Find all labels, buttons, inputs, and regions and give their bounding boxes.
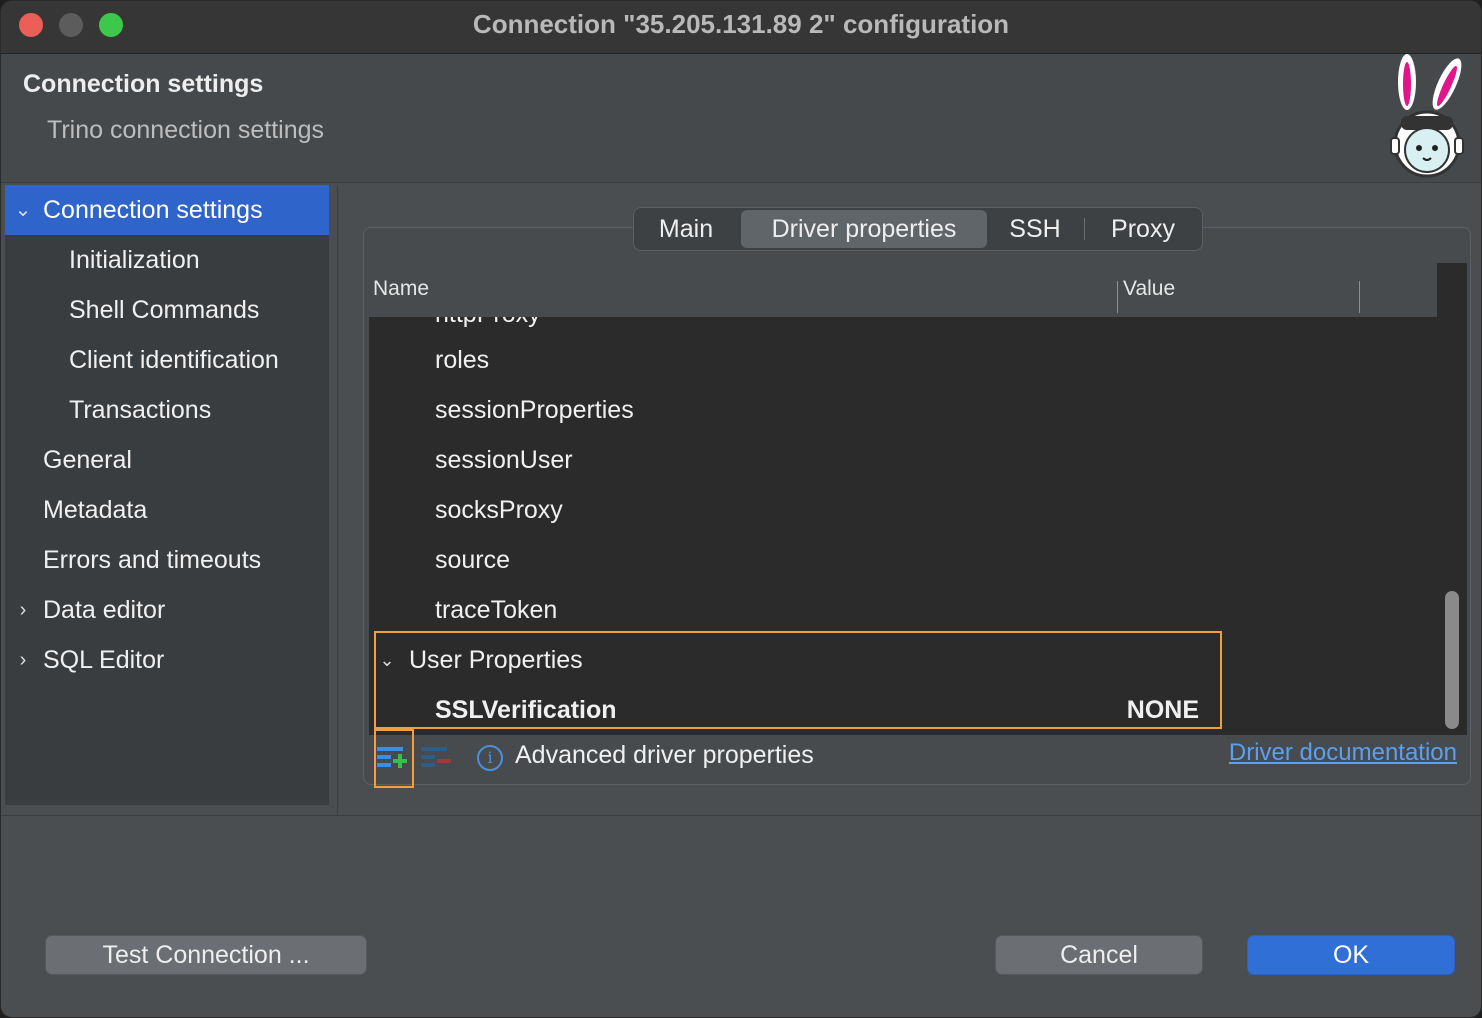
table-row[interactable]: roles [369, 335, 1437, 385]
property-name: socksProxy [435, 496, 563, 524]
remove-property-icon[interactable] [419, 741, 453, 775]
sidebar-item-label: SQL Editor [43, 646, 165, 674]
column-header-value[interactable]: Value [1123, 277, 1175, 301]
sidebar-item-sql-editor[interactable]: › SQL Editor [5, 635, 329, 685]
table-row[interactable]: socksProxy [369, 485, 1437, 535]
sidebar-item-label: Metadata [43, 496, 148, 524]
tab-proxy[interactable]: Proxy [1090, 208, 1196, 250]
property-name: roles [435, 346, 490, 374]
footer-divider [1, 815, 1481, 816]
header-subtitle: Trino connection settings [47, 116, 325, 144]
test-connection-button[interactable]: Test Connection ... [45, 935, 367, 975]
sidebar-item-label: Transactions [69, 396, 212, 424]
settings-sidebar: ⌄ Connection settings Initialization She… [5, 185, 329, 805]
page-header: Connection settings Trino connection set… [1, 54, 1481, 183]
chevron-right-icon[interactable]: › [11, 585, 35, 635]
properties-toolbar: i Advanced driver properties Driver docu… [369, 735, 1467, 781]
property-name: SSLVerification [435, 696, 617, 724]
property-name: traceToken [435, 596, 558, 624]
sidebar-divider [337, 185, 338, 815]
scrollbar-header-corner [1437, 263, 1467, 317]
chevron-down-icon[interactable]: ⌄ [375, 635, 399, 685]
sidebar-item-label: Connection settings [43, 196, 263, 224]
table-row[interactable]: SSLVerification NONE [369, 685, 1437, 735]
group-label: User Properties [409, 646, 583, 674]
tab-separator [1084, 218, 1085, 240]
sidebar-item-errors-and-timeouts[interactable]: Errors and timeouts [5, 535, 329, 585]
property-name: sessionProperties [435, 396, 634, 424]
header-title: Connection settings [23, 70, 264, 98]
sidebar-item-label: Initialization [69, 246, 200, 274]
property-value[interactable]: NONE [1127, 685, 1199, 735]
chevron-right-icon[interactable]: › [11, 635, 35, 685]
chevron-down-icon[interactable]: ⌄ [11, 185, 35, 235]
table-scrollbar[interactable] [1437, 317, 1467, 735]
sidebar-item-client-identification[interactable]: Client identification [5, 335, 329, 385]
tab-ssh[interactable]: SSH [990, 208, 1080, 250]
property-name: sessionUser [435, 446, 573, 474]
table-row[interactable]: source [369, 535, 1437, 585]
column-resize-handle[interactable] [1359, 281, 1360, 313]
sidebar-item-transactions[interactable]: Transactions [5, 385, 329, 435]
sidebar-item-general[interactable]: General [5, 435, 329, 485]
add-property-icon[interactable] [375, 741, 409, 775]
sidebar-item-metadata[interactable]: Metadata [5, 485, 329, 535]
property-name: source [435, 546, 511, 574]
advanced-driver-properties-label: Advanced driver properties [515, 741, 814, 769]
column-header-name[interactable]: Name [373, 277, 429, 301]
sidebar-item-data-editor[interactable]: › Data editor [5, 585, 329, 635]
tab-main[interactable]: Main [636, 208, 736, 250]
window-title: Connection "35.205.131.89 2" configurati… [472, 9, 1010, 39]
tab-bar: Main Driver properties SSH Proxy [633, 207, 1203, 251]
column-resize-handle[interactable] [1117, 281, 1118, 313]
sidebar-item-label: Data editor [43, 596, 166, 624]
table-row[interactable]: sessionProperties [369, 385, 1437, 435]
dbeaver-bunny-logo-icon [1390, 54, 1464, 178]
tab-driver-properties[interactable]: Driver properties [741, 210, 987, 248]
properties-table: httpProxy roles sessionProperties sessio… [369, 317, 1437, 735]
user-properties-group-row[interactable]: ⌄ User Properties [369, 635, 1437, 685]
sidebar-item-label: Client identification [69, 346, 279, 374]
sidebar-item-label: General [43, 446, 132, 474]
driver-documentation-link[interactable]: Driver documentation [1229, 739, 1457, 767]
info-icon: i [477, 745, 503, 771]
sidebar-item-shell-commands[interactable]: Shell Commands [5, 285, 329, 335]
sidebar-item-label: Errors and timeouts [43, 546, 262, 574]
properties-table-header: Name Value [369, 263, 1437, 318]
scrollbar-thumb[interactable] [1445, 591, 1459, 729]
table-row[interactable]: traceToken [369, 585, 1437, 635]
sidebar-item-label: Shell Commands [69, 296, 260, 324]
title-bar: Connection "35.205.131.89 2" configurati… [1, 1, 1481, 54]
cancel-button[interactable]: Cancel [995, 935, 1203, 975]
connection-config-window: Connection "35.205.131.89 2" configurati… [0, 0, 1482, 1018]
sidebar-item-initialization[interactable]: Initialization [5, 235, 329, 285]
sidebar-item-connection-settings[interactable]: ⌄ Connection settings [5, 185, 329, 235]
table-row[interactable]: sessionUser [369, 435, 1437, 485]
ok-button[interactable]: OK [1247, 935, 1455, 975]
